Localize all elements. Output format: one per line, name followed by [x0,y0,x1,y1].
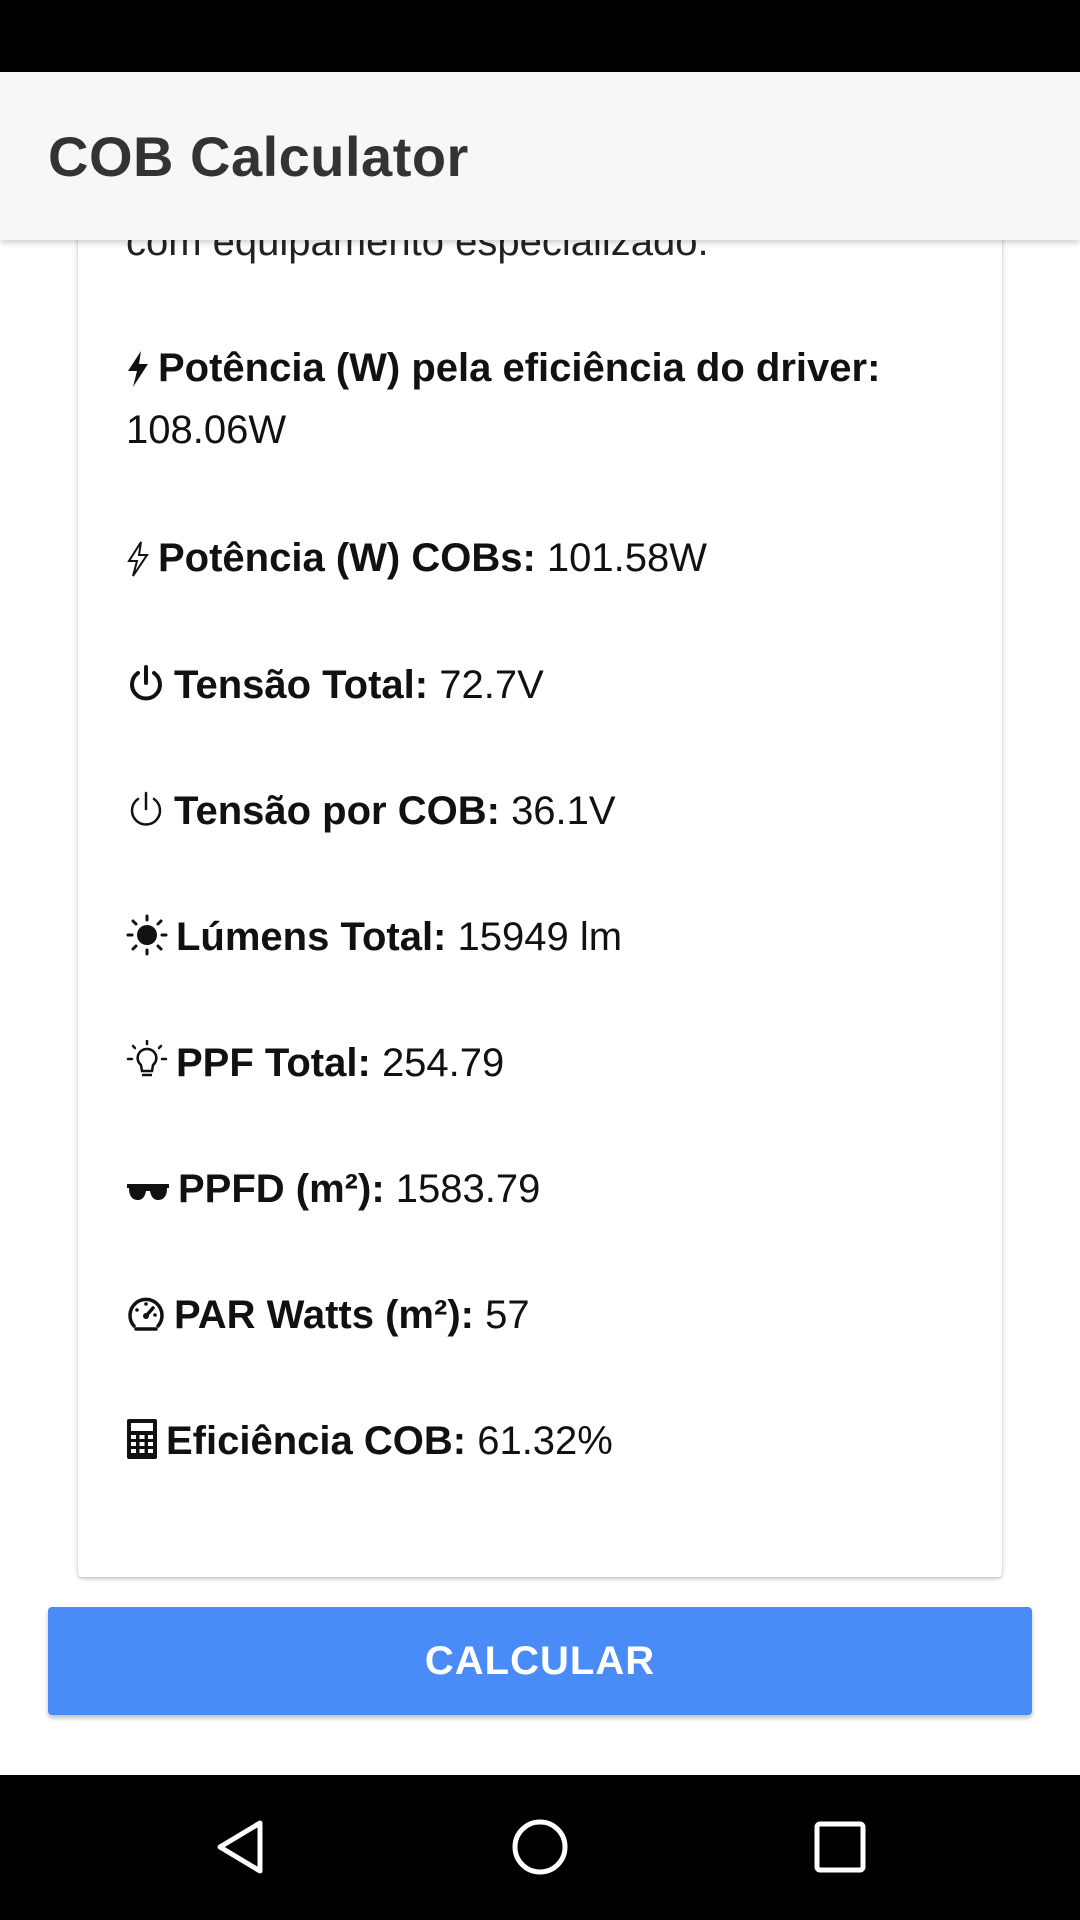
result-value: 1583.79 [395,1167,541,1211]
result-value: 101.58W [546,536,708,580]
result-value: 57 [485,1293,530,1337]
result-row-ppfd: PPFD (m²): 1583.79 [126,1158,966,1220]
calculate-button[interactable]: CALCULAR [48,1607,1032,1715]
result-value: 254.79 [381,1041,505,1085]
result-row-par-watts: PAR Watts (m²): 57 [126,1284,966,1346]
home-icon[interactable] [500,1807,580,1887]
result-row-cob-efficiency: Eficiência COB: 61.32% [126,1410,966,1472]
gauge-icon [126,1294,166,1334]
result-value: 36.1V [511,789,616,833]
result-value: 108.06W [126,408,287,452]
status-bar [0,0,1080,72]
result-row-voltage-per-cob: Tensão por COB: 36.1V [126,780,966,842]
result-row-cob-power: Potência (W) COBs: 101.58W [126,527,966,589]
result-row-driver-power: Potência (W) pela eficiência do driver: … [126,337,966,461]
result-row-total-ppf: PPF Total: 254.79 [126,1032,966,1094]
result-label: Tensão por COB: [174,789,500,833]
bolt-icon [126,351,150,387]
result-value: 15949 lm [457,915,623,959]
result-label: Potência (W) COBs: [158,536,536,580]
result-label: PPF Total: [176,1041,371,1085]
power-icon [126,664,166,704]
app-title: COB Calculator [48,125,469,188]
result-label: Tensão Total: [174,663,429,707]
lightbulb-icon [126,1040,168,1082]
bolt-outline-icon [126,541,150,577]
app-bar: COB Calculator [0,72,1080,240]
results-scroll-area[interactable]: com equipamento especializado. Potência … [0,72,1080,1775]
sun-icon [126,914,168,956]
result-label: PPFD (m²): [178,1167,385,1211]
result-label: Lúmens Total: [176,915,447,959]
sunglasses-icon [126,1178,170,1208]
result-value: 72.7V [439,663,544,707]
power-outline-icon [126,790,166,830]
result-label: Potência (W) pela eficiência do driver: [158,346,881,390]
result-row-total-lumens: Lúmens Total: 15949 lm [126,906,966,968]
result-row-total-voltage: Tensão Total: 72.7V [126,654,966,716]
result-label: Eficiência COB: [166,1419,467,1463]
result-label: PAR Watts (m²): [174,1293,474,1337]
calculator-icon [126,1418,158,1460]
recents-icon[interactable] [800,1807,880,1887]
result-value: 61.32% [477,1419,613,1463]
navigation-bar [0,1775,1080,1920]
back-icon[interactable] [200,1807,280,1887]
